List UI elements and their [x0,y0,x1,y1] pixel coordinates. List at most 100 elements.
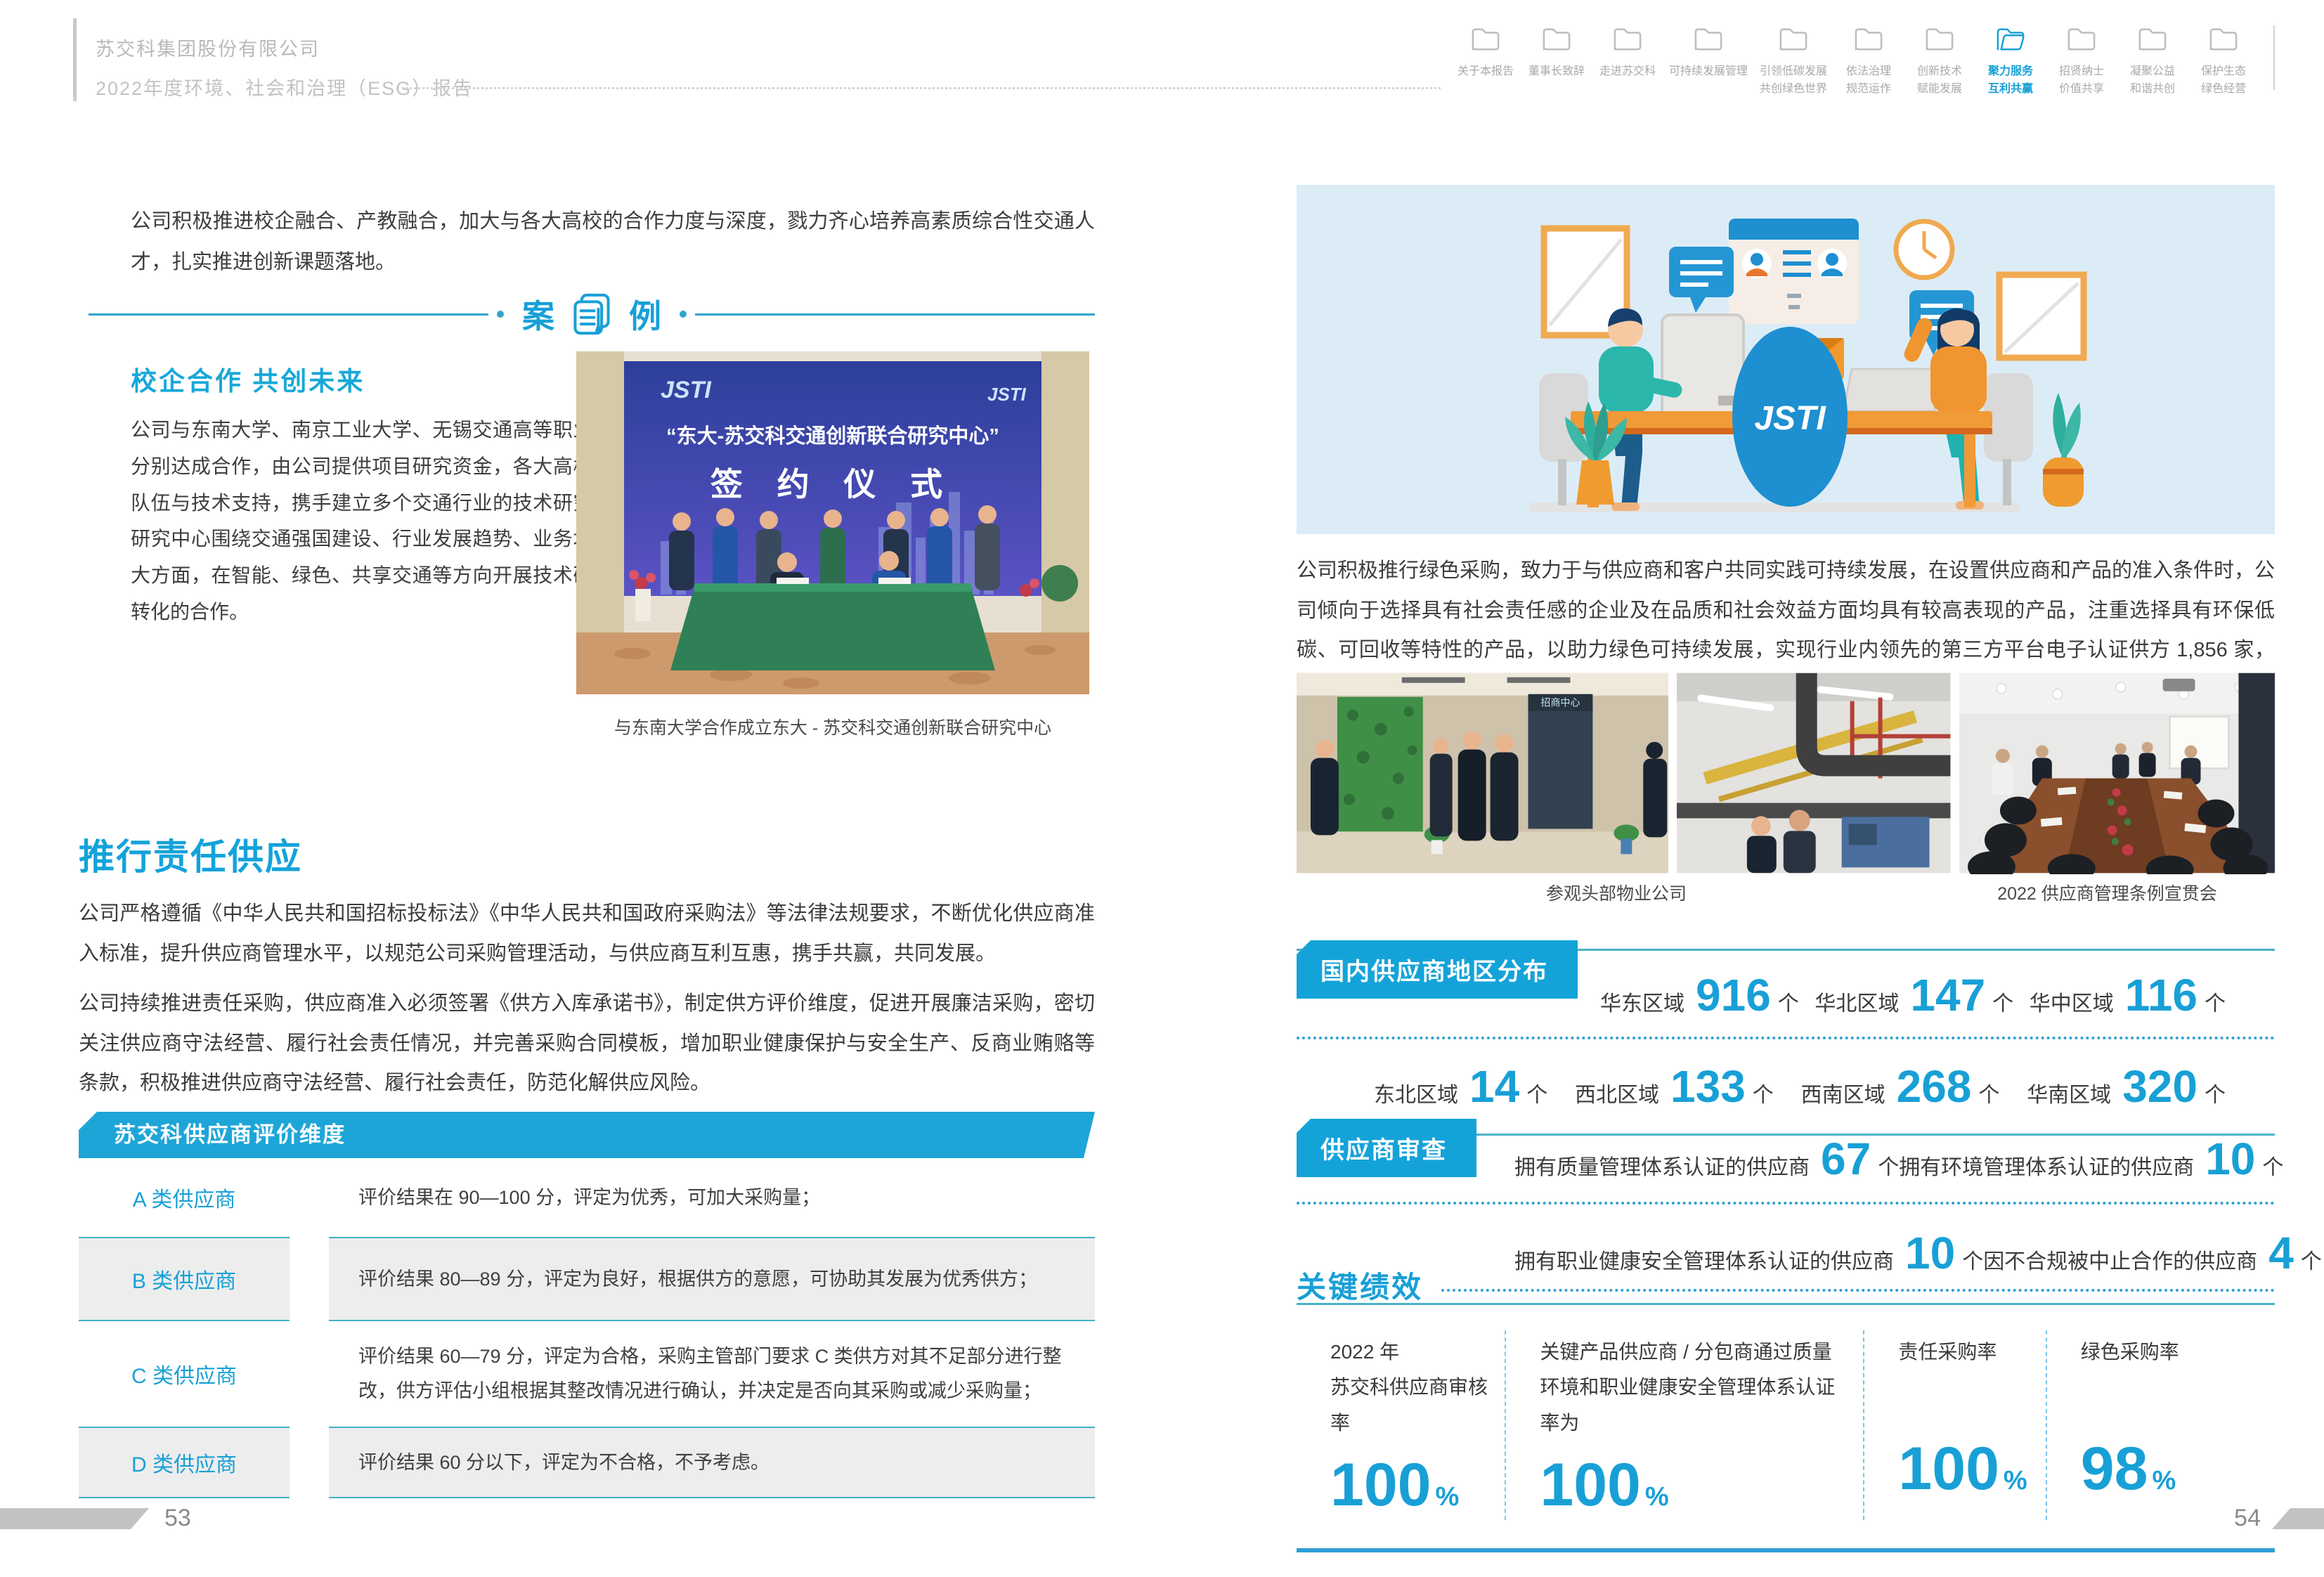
kpi-green-procurement: 绿色采购率 98% [2046,1330,2275,1520]
table-row: C 类供应商 评价结果 60—79 分，评定为合格，采购主管部门要求 C 类供方… [79,1321,1095,1427]
supplier-grade-table: 苏交科供应商评价维度 A 类供应商 评价结果在 90—100 分，评定为优秀，可… [79,1112,1095,1498]
stat-central-china: 华中区域 116 个 [2030,969,2226,1021]
company-name: 苏交科集团股份有限公司 [96,34,320,61]
case-divider-right-char: 例 [629,291,661,337]
tab-low-carbon[interactable]: 引领低碳发展 共创绿色世界 [1760,25,1827,98]
folder-open-icon [1994,25,2027,53]
folder-icon [2207,25,2240,53]
grade-cell: D 类供应商 [79,1427,290,1498]
folder-icon [1923,25,1956,53]
folder-icon [2136,25,2169,53]
kpi-dotted-rule [1441,1289,2275,1292]
office-illustration: JSTI [1297,185,2275,534]
video-call-card-icon [1729,219,1859,324]
header-dotted-rule [402,87,1441,89]
table-title: 苏交科供应商评价维度 [79,1112,1095,1158]
photo-logo-right: JSTI [987,384,1027,405]
intro-paragraph: 公司积极推进校企融合、产教融合，加大与各大高校的合作力度与深度，戮力齐心培养高素… [131,201,1095,283]
table-row: B 类供应商 评价结果 80—89 分，评定为良好，根据供方的意愿，可协助其发展… [79,1237,1095,1321]
tab-label: 保护生态 绿色经营 [2201,63,2246,98]
page-number-left: 53 [164,1505,191,1532]
photo-meeting-room [1959,672,2275,874]
folder-icon [1469,25,1502,53]
photo-strip: 招商中心 [1297,672,2275,874]
tab-label: 引领低碳发展 共创绿色世界 [1760,63,1827,98]
kpi-responsible-procurement: 责任采购率 100% [1863,1330,2045,1520]
tab-label: 可持续发展管理 [1669,63,1748,81]
tab-sustainability-management[interactable]: 可持续发展管理 [1669,25,1748,81]
tab-public-welfare[interactable]: 凝聚公益 和谐共创 [2123,25,2182,98]
tab-chairman-message[interactable]: 董事长致辞 [1527,25,1586,81]
desc-cell: 评价结果 80—89 分，评定为良好，根据供方的意愿，可协助其发展为优秀供方； [329,1237,1095,1321]
clock-icon [1896,221,1952,278]
header-accent-bar [73,18,77,101]
tab-ecology[interactable]: 保护生态 绿色经营 [2194,25,2253,98]
stat-environment-cert: 拥有环境管理体系认证的供应商 10 个 [1899,1133,2283,1185]
tabbar-divider [2273,25,2275,90]
photo-lobby-visit: 招商中心 [1297,672,1668,874]
case-notes-icon [569,291,615,337]
folder-icon [1777,25,1810,53]
tab-label: 董事长致辞 [1528,63,1585,81]
table-row: D 类供应商 评价结果 60 分以下，评定为不合格，不予考虑。 [79,1427,1095,1498]
tab-label: 关于本报告 [1458,63,1514,81]
divider-dot [497,311,504,318]
stat-quality-cert: 拥有质量管理体系认证的供应商 67 个 [1514,1133,1899,1185]
divider-line [89,313,488,316]
supplier-distribution-section: 国内供应商地区分布 华东区域 916 个 华北区域 147 个 华中区域 116… [1297,940,2275,1136]
photo-caption-2: 2022 供应商管理条例宣贯会 [1940,880,2275,905]
photo-sign-text: 招商中心 [1541,697,1580,708]
photo-overlay-title: “东大-苏交科交通创新联合研究中心” [666,424,999,448]
tab-about-report[interactable]: 关于本报告 [1456,25,1515,81]
tab-talent-value[interactable]: 招贤纳士 价值共享 [2052,25,2111,98]
photo-overlay-subtitle: 签 约 仪 式 [710,466,955,502]
case-divider: 案 例 [89,291,1095,337]
page-footer-bar-left [0,1508,149,1529]
key-performance-section: 关键绩效 2022 年 苏交科供应商审核率 100% 关键产品供应商 / 分包商… [1297,1264,2275,1552]
tab-innovation-tech[interactable]: 创新技术 赋能发展 [1910,25,1969,98]
grade-cell: B 类供应商 [79,1237,290,1321]
stat-northwest: 西北区域 133 个 [1575,1060,1774,1112]
tab-law-governance[interactable]: 依法治理 规范运作 [1839,25,1898,98]
grade-cell: A 类供应商 [79,1158,290,1237]
photo-boiler-room [1677,672,1950,874]
stat-east-china: 华东区域 916 个 [1600,969,1799,1021]
section-paragraph-1: 公司严格遵循《中华人民共和国招标投标法》《中华人民共和国政府采购法》等法律法规要… [79,894,1095,973]
folder-icon [1852,25,1885,53]
stat-southwest: 西南区域 268 个 [1801,1060,2000,1112]
divider-dot [680,311,687,318]
desc-cell: 评价结果在 90—100 分，评定为优秀，可加大采购量； [329,1158,1095,1237]
tab-label: 依法治理 规范运作 [1846,63,1891,98]
tab-label: 走进苏交科 [1599,63,1656,81]
kpi-audit-rate: 2022 年 苏交科供应商审核率 100% [1297,1330,1505,1520]
photo-signing-ceremony: JSTI JSTI “东大-苏交科交通创新联合研究中心” 签 约 仪 式 [576,351,1089,694]
tab-label: 招贤纳士 价值共享 [2059,63,2104,98]
distribution-badge: 国内供应商地区分布 [1297,940,1578,999]
desc-cell: 评价结果 60—79 分，评定为合格，采购主管部门要求 C 类供方对其不足部分进… [329,1321,1095,1427]
case-divider-left-char: 案 [522,291,554,337]
grade-cell: C 类供应商 [79,1321,290,1427]
kpi-cert-rate: 关键产品供应商 / 分包商通过质量 环境和职业健康安全管理体系认证率为 100% [1505,1330,1863,1520]
tab-service-winwin-active[interactable]: 聚力服务 互利共赢 [1981,25,2040,98]
case-title: 校企合作 共创未来 [131,360,365,398]
kpi-botline [1297,1548,2275,1552]
folder-icon [1692,25,1725,53]
photo-caption-1: 参观头部物业公司 [1297,880,1936,905]
folder-icon [1540,25,1573,53]
illustration-logo: JSTI [1754,400,1826,437]
chapter-tab-bar: 关于本报告 董事长致辞 走进苏交科 可持续发展管理 引领低碳发展 共创绿色世界 … [1456,25,2275,98]
case-photo-caption: 与东南大学合作成立东大 - 苏交科交通创新联合研究中心 [576,714,1089,739]
kpi-title: 关键绩效 [1297,1264,1423,1306]
tab-into-jsti[interactable]: 走进苏交科 [1598,25,1657,81]
stat-northeast: 东北区域 14 个 [1374,1060,1547,1112]
folder-icon [2065,25,2098,53]
section-paragraph-2: 公司持续推进责任采购，供应商准入必须签署《供方入库承诺书》，制定供方评价维度，促… [79,984,1095,1103]
folder-icon [1611,25,1644,53]
tab-label: 聚力服务 互利共赢 [1988,63,2033,98]
tab-label: 凝聚公益 和谐共创 [2130,63,2175,98]
desc-cell: 评价结果 60 分以下，评定为不合格，不予考虑。 [329,1427,1095,1498]
section-title: 推行责任供应 [79,828,302,880]
photo-logo-left: JSTI [661,377,712,403]
review-badge: 供应商审查 [1297,1119,1476,1177]
tab-label: 创新技术 赋能发展 [1917,63,1962,98]
